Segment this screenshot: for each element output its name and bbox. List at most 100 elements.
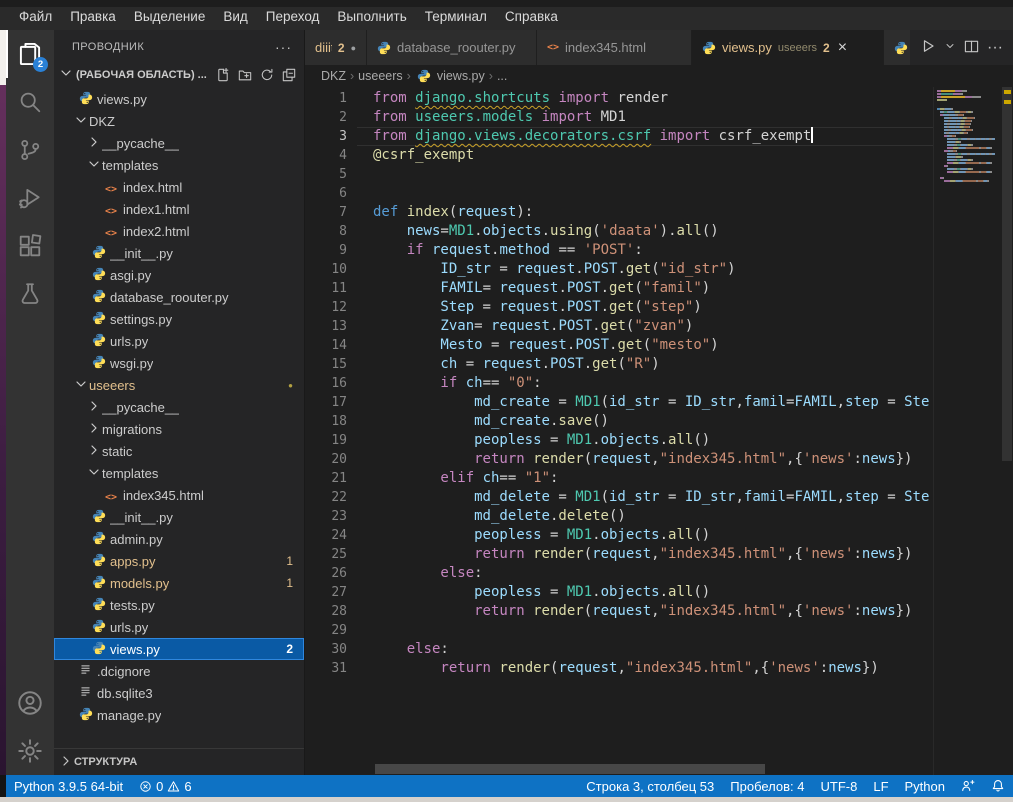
new-folder-icon[interactable] (238, 68, 252, 82)
code-line[interactable]: 15ch = request.POST.get("R") (305, 355, 933, 374)
code-line[interactable]: 14Mesto = request.POST.get("mesto") (305, 336, 933, 355)
code-line[interactable]: 23md_delete.delete() (305, 507, 933, 526)
collapse-all-icon[interactable] (282, 68, 296, 82)
tree-item-urls.py[interactable]: urls.py (54, 330, 304, 352)
menu-item-5[interactable]: Переход (257, 6, 329, 30)
code-line[interactable]: 22md_delete = MD1(id_str = ID_str,famil=… (305, 488, 933, 507)
status-cursor-position[interactable]: Строка 3, столбец 53 (578, 775, 722, 797)
refresh-icon[interactable] (260, 68, 274, 82)
tab-views-clipped[interactable]: vie (884, 30, 910, 65)
tree-item-wsgi.py[interactable]: wsgi.py (54, 352, 304, 374)
workspace-section-header[interactable]: (РАБОЧАЯ ОБЛАСТЬ) ... (54, 63, 304, 86)
tree-item-templates[interactable]: templates (54, 154, 304, 176)
status-python-version[interactable]: Python 3.9.5 64-bit (6, 775, 131, 797)
tree-item-migrations[interactable]: migrations (54, 418, 304, 440)
menu-item-8[interactable]: Справка (496, 6, 567, 30)
code-area[interactable]: 1from django.shortcuts import render2fro… (305, 87, 933, 775)
activity-item-source-control[interactable] (6, 126, 54, 174)
tree-item-apps.py[interactable]: apps.py1 (54, 550, 304, 572)
status-language-mode[interactable]: Python (897, 775, 953, 797)
run-button[interactable] (918, 36, 938, 59)
activity-item-search[interactable] (6, 78, 54, 126)
status-indentation[interactable]: Пробелов: 4 (722, 775, 812, 797)
tree-item-templates[interactable]: templates (54, 462, 304, 484)
code-line[interactable]: 2from useeers.models import MD1 (305, 108, 933, 127)
code-line[interactable]: 9if request.method == 'POST': (305, 241, 933, 260)
tree-item-index2.html[interactable]: <>index2.html (54, 220, 304, 242)
code-line[interactable]: 19peopless = MD1.objects.all() (305, 431, 933, 450)
status-notifications[interactable] (983, 775, 1013, 797)
tree-item-db.sqlite3[interactable]: db.sqlite3 (54, 682, 304, 704)
code-line[interactable]: 17md_create = MD1(id_str = ID_str,famil=… (305, 393, 933, 412)
code-line[interactable]: 7def index(request): (305, 203, 933, 222)
tree-item-models.py[interactable]: models.py1 (54, 572, 304, 594)
overview-ruler[interactable] (1001, 87, 1013, 775)
code-line[interactable]: 16if ch== "0": (305, 374, 933, 393)
code-line[interactable]: 11FAMIL= request.POST.get("famil") (305, 279, 933, 298)
tree-item-useeers[interactable]: useeers● (54, 374, 304, 396)
tree-item-__init__.py[interactable]: __init__.py (54, 242, 304, 264)
code-line[interactable]: 20return render(request,"index345.html",… (305, 450, 933, 469)
code-line[interactable]: 12Step = request.POST.get("step") (305, 298, 933, 317)
code-line[interactable]: 10ID_str = request.POST.get("id_str") (305, 260, 933, 279)
tree-item-settings.py[interactable]: settings.py (54, 308, 304, 330)
status-problems[interactable]: 06 (131, 775, 199, 797)
vertical-scrollbar[interactable] (1002, 87, 1012, 461)
activity-item-explorer[interactable]: 2 (6, 30, 54, 78)
menu-item-2[interactable]: Правка (61, 6, 125, 30)
tree-item-__init__.py[interactable]: __init__.py (54, 506, 304, 528)
tab-index345[interactable]: <>index345.html (537, 30, 692, 65)
tree-item-__pycache__[interactable]: __pycache__ (54, 132, 304, 154)
status-feedback[interactable] (953, 775, 983, 797)
code-line[interactable]: 1from django.shortcuts import render (305, 89, 933, 108)
tree-item-urls.py[interactable]: urls.py (54, 616, 304, 638)
activity-item-account[interactable] (6, 679, 54, 727)
code-line[interactable]: 3from django.views.decorators.csrf impor… (305, 127, 933, 146)
code-line[interactable]: 18md_create.save() (305, 412, 933, 431)
tree-item-manage.py[interactable]: manage.py (54, 704, 304, 726)
tab-database-roouter[interactable]: database_roouter.py (367, 30, 537, 65)
code-line[interactable]: 8news=MD1.objects.using('daata').all() (305, 222, 933, 241)
tree-item-.dcignore[interactable]: .dcignore (54, 660, 304, 682)
breadcrumb-item[interactable]: DKZ (321, 69, 346, 83)
more-actions-button[interactable]: ··· (985, 37, 1005, 59)
menu-item-1[interactable]: Файл (10, 6, 61, 30)
breadcrumb-item[interactable]: ... (497, 69, 507, 83)
tree-item-views.py[interactable]: views.py (54, 88, 304, 110)
code-line[interactable]: 4@csrf_exempt (305, 146, 933, 165)
menu-item-4[interactable]: Вид (214, 6, 256, 30)
status-eol[interactable]: LF (865, 775, 896, 797)
code-line[interactable]: 21elif ch== "1": (305, 469, 933, 488)
split-editor-button[interactable] (962, 37, 981, 59)
tree-item-admin.py[interactable]: admin.py (54, 528, 304, 550)
code-line[interactable]: 6 (305, 184, 933, 203)
status-encoding[interactable]: UTF-8 (813, 775, 866, 797)
tab-views[interactable]: views.pyuseeers2× (692, 30, 884, 65)
tree-item-tests.py[interactable]: tests.py (54, 594, 304, 616)
tree-item-index.html[interactable]: <>index.html (54, 176, 304, 198)
tree-item-static[interactable]: static (54, 440, 304, 462)
horizontal-scrollbar[interactable] (375, 764, 765, 774)
menu-item-7[interactable]: Терминал (416, 6, 496, 30)
minimap[interactable] (933, 87, 1001, 775)
activity-item-settings[interactable] (6, 727, 54, 775)
new-file-icon[interactable] (216, 68, 230, 82)
outline-section-header[interactable]: СТРУКТУРА (54, 748, 304, 775)
tree-item-database_roouter.py[interactable]: database_roouter.py (54, 286, 304, 308)
tree-item-index1.html[interactable]: <>index1.html (54, 198, 304, 220)
breadcrumb[interactable]: DKZ›useeers›views.py›... (305, 65, 1013, 87)
code-line[interactable]: 25return render(request,"index345.html",… (305, 545, 933, 564)
code-line[interactable]: 27peopless = MD1.objects.all() (305, 583, 933, 602)
code-line[interactable]: 5 (305, 165, 933, 184)
code-line[interactable]: 28return render(request,"index345.html",… (305, 602, 933, 621)
more-icon[interactable]: ··· (275, 39, 292, 55)
tab-diiits[interactable]: diiits2● (305, 30, 367, 65)
run-dropdown[interactable] (942, 38, 958, 57)
code-line[interactable]: 26else: (305, 564, 933, 583)
breadcrumb-item[interactable]: views.py (437, 69, 485, 83)
tree-item-__pycache__[interactable]: __pycache__ (54, 396, 304, 418)
tree-item-DKZ[interactable]: DKZ (54, 110, 304, 132)
activity-item-testing[interactable] (6, 270, 54, 318)
tree-item-index345.html[interactable]: <>index345.html (54, 484, 304, 506)
code-line[interactable]: 24peopless = MD1.objects.all() (305, 526, 933, 545)
